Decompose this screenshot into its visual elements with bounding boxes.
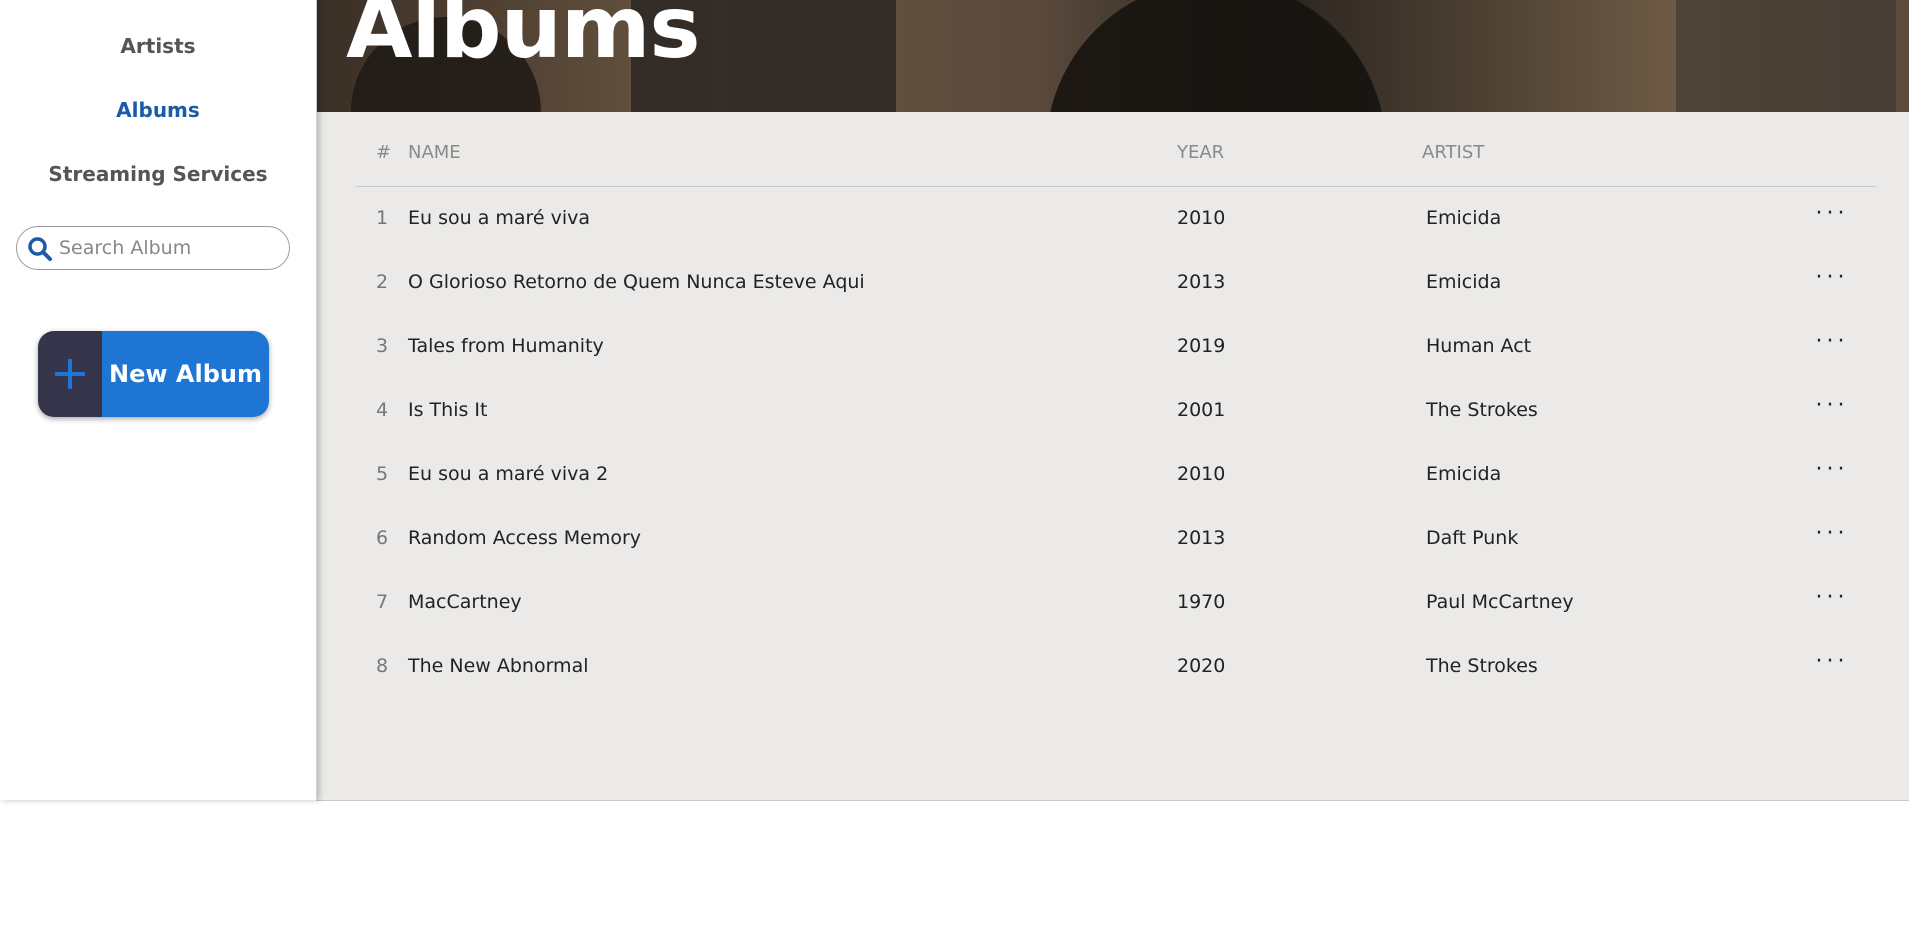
album-name: Tales from Humanity bbox=[408, 335, 604, 357]
main-content: Albums # NAME YEAR ARTIST 1 Eu sou a mar… bbox=[316, 0, 1909, 801]
more-options-icon[interactable]: ··· bbox=[1812, 649, 1852, 679]
col-header-year[interactable]: YEAR bbox=[1177, 142, 1224, 163]
page-title: Albums bbox=[346, 0, 701, 78]
album-year: 2020 bbox=[1177, 655, 1226, 677]
search-input[interactable] bbox=[59, 227, 279, 269]
album-artist: Daft Punk bbox=[1426, 527, 1519, 549]
album-year: 1970 bbox=[1177, 591, 1226, 613]
album-artist: Emicida bbox=[1426, 207, 1502, 229]
album-artist: The Strokes bbox=[1426, 655, 1538, 677]
table-row[interactable]: 8 The New Abnormal 2020 The Strokes ··· bbox=[356, 635, 1876, 699]
new-album-label: New Album bbox=[102, 331, 269, 417]
row-num: 1 bbox=[376, 207, 389, 229]
album-name: Eu sou a maré viva 2 bbox=[408, 463, 609, 485]
album-name: Random Access Memory bbox=[408, 527, 642, 549]
table-row[interactable]: 5 Eu sou a maré viva 2 2010 Emicida ··· bbox=[356, 443, 1876, 507]
album-year: 2010 bbox=[1177, 207, 1226, 229]
more-options-icon[interactable]: ··· bbox=[1812, 201, 1852, 231]
table-row[interactable]: 2 O Glorioso Retorno de Quem Nunca Estev… bbox=[356, 251, 1876, 315]
more-options-icon[interactable]: ··· bbox=[1812, 329, 1852, 359]
sidebar: Artists Albums Streaming Services New Al… bbox=[0, 0, 317, 800]
album-name: Eu sou a maré viva bbox=[408, 207, 591, 229]
album-name: O Glorioso Retorno de Quem Nunca Esteve … bbox=[408, 271, 865, 293]
row-num: 8 bbox=[376, 655, 389, 677]
new-album-button[interactable]: New Album bbox=[38, 331, 269, 417]
row-num: 2 bbox=[376, 271, 389, 293]
more-options-icon[interactable]: ··· bbox=[1812, 265, 1852, 295]
row-num: 3 bbox=[376, 335, 389, 357]
table-header: # NAME YEAR ARTIST bbox=[356, 112, 1876, 187]
album-year: 2013 bbox=[1177, 527, 1226, 549]
nav-streaming-services[interactable]: Streaming Services bbox=[0, 162, 316, 186]
more-options-icon[interactable]: ··· bbox=[1812, 521, 1852, 551]
nav-artists[interactable]: Artists bbox=[0, 34, 316, 58]
search-box[interactable] bbox=[16, 226, 290, 270]
album-name: Is This It bbox=[408, 399, 488, 421]
album-year: 2010 bbox=[1177, 463, 1226, 485]
album-name: The New Abnormal bbox=[408, 655, 589, 677]
album-artist: Human Act bbox=[1426, 335, 1532, 357]
table-row[interactable]: 7 MacCartney 1970 Paul McCartney ··· bbox=[356, 571, 1876, 635]
col-header-name[interactable]: NAME bbox=[408, 142, 461, 163]
table-row[interactable]: 6 Random Access Memory 2013 Daft Punk ··… bbox=[356, 507, 1876, 571]
col-header-num: # bbox=[376, 142, 392, 163]
album-name: MacCartney bbox=[408, 591, 522, 613]
album-artist: The Strokes bbox=[1426, 399, 1538, 421]
more-options-icon[interactable]: ··· bbox=[1812, 585, 1852, 615]
album-year: 2001 bbox=[1177, 399, 1226, 421]
more-options-icon[interactable]: ··· bbox=[1812, 457, 1852, 487]
row-num: 7 bbox=[376, 591, 389, 613]
album-year: 2019 bbox=[1177, 335, 1226, 357]
nav-albums[interactable]: Albums bbox=[0, 98, 316, 122]
col-header-artist[interactable]: ARTIST bbox=[1422, 142, 1484, 163]
album-year: 2013 bbox=[1177, 271, 1226, 293]
row-num: 6 bbox=[376, 527, 389, 549]
header-banner: Albums bbox=[316, 0, 1909, 112]
album-artist: Emicida bbox=[1426, 463, 1502, 485]
row-num: 4 bbox=[376, 399, 389, 421]
album-artist: Emicida bbox=[1426, 271, 1502, 293]
row-num: 5 bbox=[376, 463, 389, 485]
search-icon bbox=[28, 237, 52, 261]
albums-table: # NAME YEAR ARTIST 1 Eu sou a maré viva … bbox=[356, 112, 1876, 699]
table-row[interactable]: 4 Is This It 2001 The Strokes ··· bbox=[356, 379, 1876, 443]
plus-icon bbox=[38, 331, 102, 417]
album-artist: Paul McCartney bbox=[1426, 591, 1574, 613]
table-row[interactable]: 1 Eu sou a maré viva 2010 Emicida ··· bbox=[356, 187, 1876, 251]
more-options-icon[interactable]: ··· bbox=[1812, 393, 1852, 423]
table-row[interactable]: 3 Tales from Humanity 2019 Human Act ··· bbox=[356, 315, 1876, 379]
